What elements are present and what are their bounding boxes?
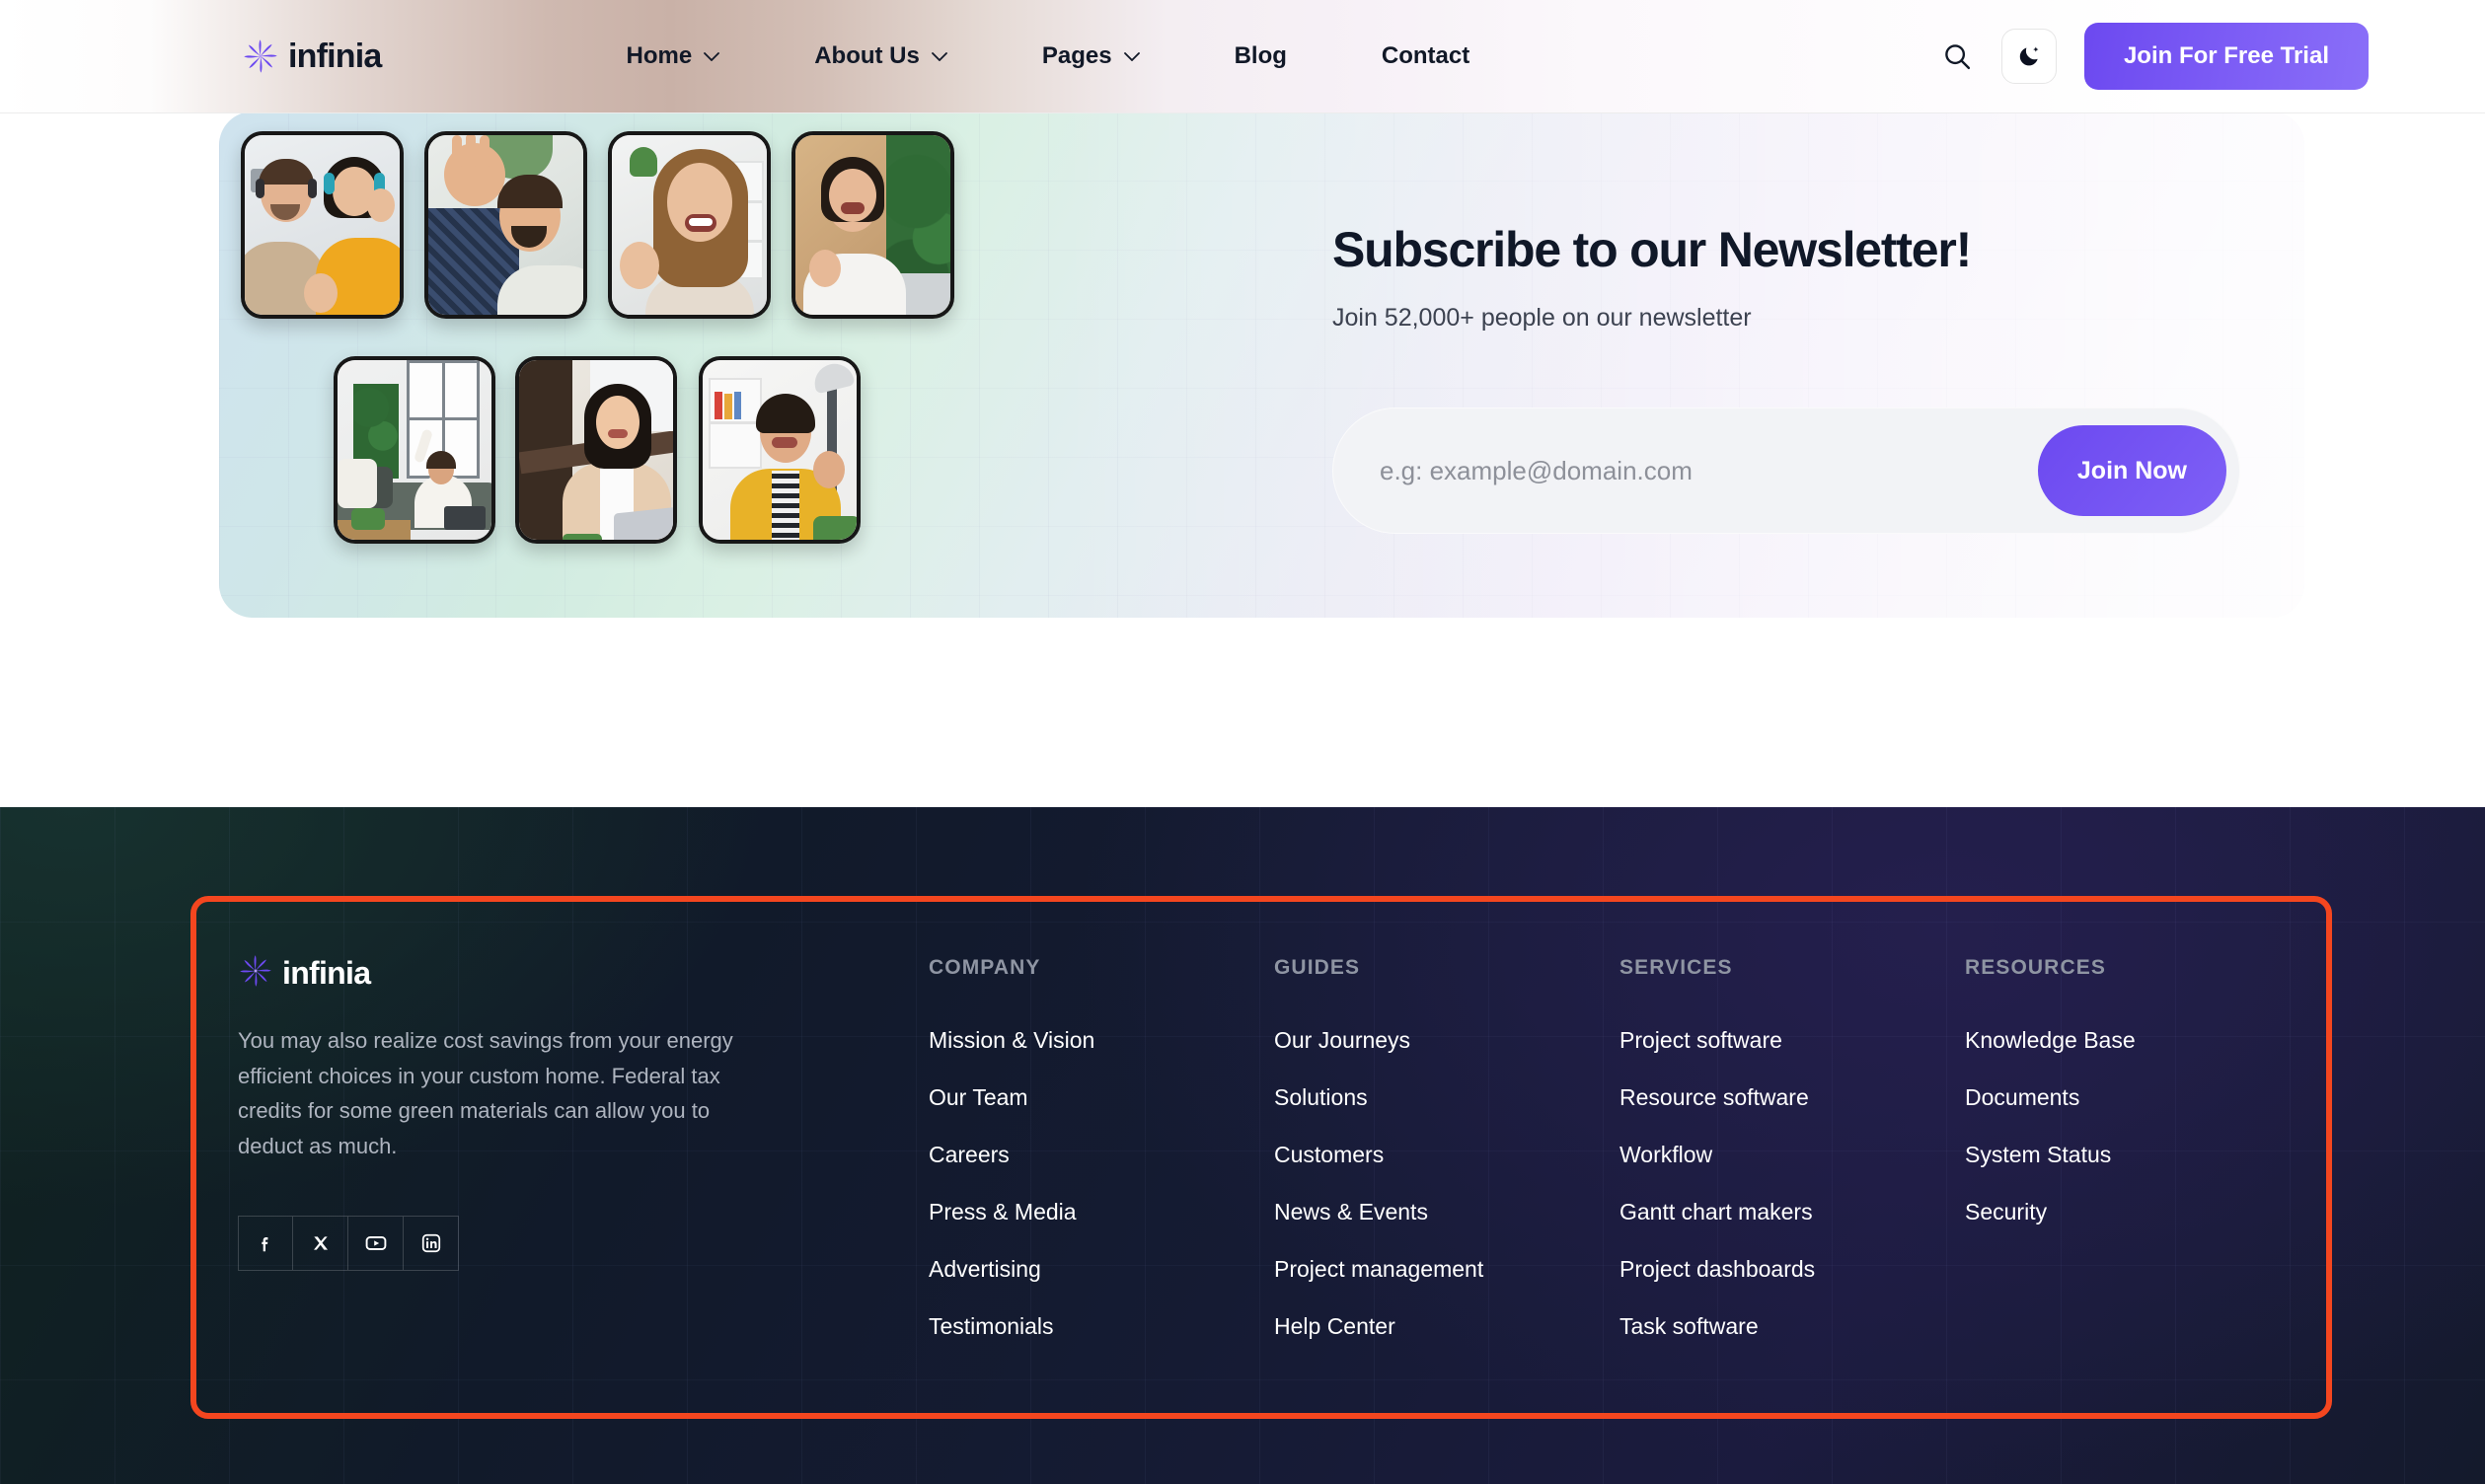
footer-column-resources: RESOURCES Knowledge Base Documents Syste… xyxy=(1965,956,2261,1419)
x-twitter-icon[interactable] xyxy=(293,1215,348,1271)
photo-card xyxy=(608,131,771,319)
footer-link[interactable]: Resource software xyxy=(1619,1084,1965,1111)
nav-item-blog[interactable]: Blog xyxy=(1187,42,1334,70)
brand-name: infinia xyxy=(288,37,382,75)
footer-brand-column: infinia You may also realize cost saving… xyxy=(238,953,929,1419)
footer-link[interactable]: Solutions xyxy=(1274,1084,1619,1111)
nav-label: Contact xyxy=(1381,42,1470,69)
newsletter-subscribe-form: Join Now xyxy=(1332,408,2240,534)
newsletter-title: Subscribe to our Newsletter! xyxy=(1332,222,1972,277)
photo-card xyxy=(699,356,861,544)
youtube-icon[interactable] xyxy=(348,1215,404,1271)
brand-logo[interactable]: infinia xyxy=(242,37,382,76)
footer-link[interactable]: Project software xyxy=(1619,1027,1965,1054)
search-icon[interactable] xyxy=(1940,39,1974,73)
main-navigation: Home About Us Pages Blog Contact xyxy=(579,42,1518,70)
footer-link[interactable]: Our Journeys xyxy=(1274,1027,1619,1054)
footer-column-heading: SERVICES xyxy=(1619,956,1733,979)
footer-column-guides: GUIDES Our Journeys Solutions Customers … xyxy=(1274,956,1619,1419)
footer-link[interactable]: Documents xyxy=(1965,1084,2261,1111)
chevron-down-icon xyxy=(704,51,720,61)
photo-man-waving xyxy=(428,135,583,315)
page-root: infinia Home About Us Pages Blog Contact… xyxy=(0,0,2485,1484)
footer-link[interactable]: Project management xyxy=(1274,1256,1619,1283)
footer-column-heading: COMPANY xyxy=(929,956,1041,979)
photo-woman-laughing xyxy=(612,135,767,315)
footer-column-heading: RESOURCES xyxy=(1965,956,2106,979)
photo-man-yellow-jacket xyxy=(703,360,857,540)
footer-brand-logo[interactable]: infinia xyxy=(238,953,929,994)
footer-description: You may also realize cost savings from y… xyxy=(238,1028,733,1158)
footer-link[interactable]: News & Events xyxy=(1274,1199,1619,1225)
footer-link[interactable]: Workflow xyxy=(1619,1142,1965,1168)
photo-woman-plant xyxy=(795,135,950,315)
nav-label: About Us xyxy=(814,42,920,69)
footer-link[interactable]: Security xyxy=(1965,1199,2261,1225)
footer-column-services: SERVICES Project software Resource softw… xyxy=(1619,956,1965,1419)
footer-link[interactable]: Advertising xyxy=(929,1256,1274,1283)
photo-couple-headphones xyxy=(245,135,400,315)
pinwheel-flower-icon xyxy=(242,37,279,75)
site-footer: infinia You may also realize cost saving… xyxy=(0,807,2485,1484)
social-links xyxy=(238,1215,929,1271)
chevron-down-icon xyxy=(1123,51,1140,61)
nav-label: Pages xyxy=(1041,42,1112,69)
header-actions: Join For Free Trial xyxy=(1940,23,2369,90)
footer-link[interactable]: Testimonials xyxy=(929,1313,1274,1340)
footer-content: infinia You may also realize cost saving… xyxy=(190,896,2332,1419)
footer-link-columns: COMPANY Mission & Vision Our Team Career… xyxy=(929,953,2279,1419)
nav-label: Home xyxy=(626,42,693,69)
footer-link[interactable]: Customers xyxy=(1274,1142,1619,1168)
footer-link[interactable]: Knowledge Base xyxy=(1965,1027,2261,1054)
footer-column-heading: GUIDES xyxy=(1274,956,1361,979)
photo-card xyxy=(424,131,587,319)
join-now-button[interactable]: Join Now xyxy=(2037,425,2226,516)
photo-woman-beige-laptop xyxy=(519,360,673,540)
newsletter-copy: Subscribe to our Newsletter! Join 52,000… xyxy=(1332,224,2250,333)
photo-woman-couch-laptop xyxy=(338,360,491,540)
photo-collage xyxy=(241,131,1287,595)
chevron-down-icon xyxy=(931,51,947,61)
photo-card xyxy=(515,356,677,544)
footer-link[interactable]: Mission & Vision xyxy=(929,1027,1274,1054)
nav-item-home[interactable]: Home xyxy=(579,42,768,70)
nav-item-pages[interactable]: Pages xyxy=(995,42,1187,70)
facebook-icon[interactable] xyxy=(238,1215,293,1271)
nav-item-contact[interactable]: Contact xyxy=(1334,42,1517,70)
footer-link[interactable]: Gantt chart makers xyxy=(1619,1199,1965,1225)
photo-card xyxy=(791,131,954,319)
join-free-trial-button[interactable]: Join For Free Trial xyxy=(2083,23,2369,90)
moon-dark-mode-icon[interactable] xyxy=(2000,29,2057,84)
footer-link[interactable]: Press & Media xyxy=(929,1199,1274,1225)
footer-link[interactable]: Project dashboards xyxy=(1619,1256,1965,1283)
footer-link[interactable]: Careers xyxy=(929,1142,1274,1168)
nav-item-about-us[interactable]: About Us xyxy=(767,42,995,70)
newsletter-subtitle: Join 52,000+ people on our newsletter xyxy=(1332,303,1752,332)
site-header: infinia Home About Us Pages Blog Contact… xyxy=(0,0,2485,113)
footer-column-company: COMPANY Mission & Vision Our Team Career… xyxy=(929,956,1274,1419)
nav-label: Blog xyxy=(1234,42,1287,69)
footer-brand-name: infinia xyxy=(282,955,371,991)
email-input[interactable] xyxy=(1380,455,2038,486)
footer-link[interactable]: Help Center xyxy=(1274,1313,1619,1340)
photo-card xyxy=(241,131,404,319)
footer-link[interactable]: System Status xyxy=(1965,1142,2261,1168)
pinwheel-flower-icon xyxy=(238,953,273,994)
newsletter-section: Subscribe to our Newsletter! Join 52,000… xyxy=(219,111,2304,618)
linkedin-icon[interactable] xyxy=(404,1215,459,1271)
footer-link[interactable]: Task software xyxy=(1619,1313,1965,1340)
footer-link[interactable]: Our Team xyxy=(929,1084,1274,1111)
photo-card xyxy=(334,356,495,544)
